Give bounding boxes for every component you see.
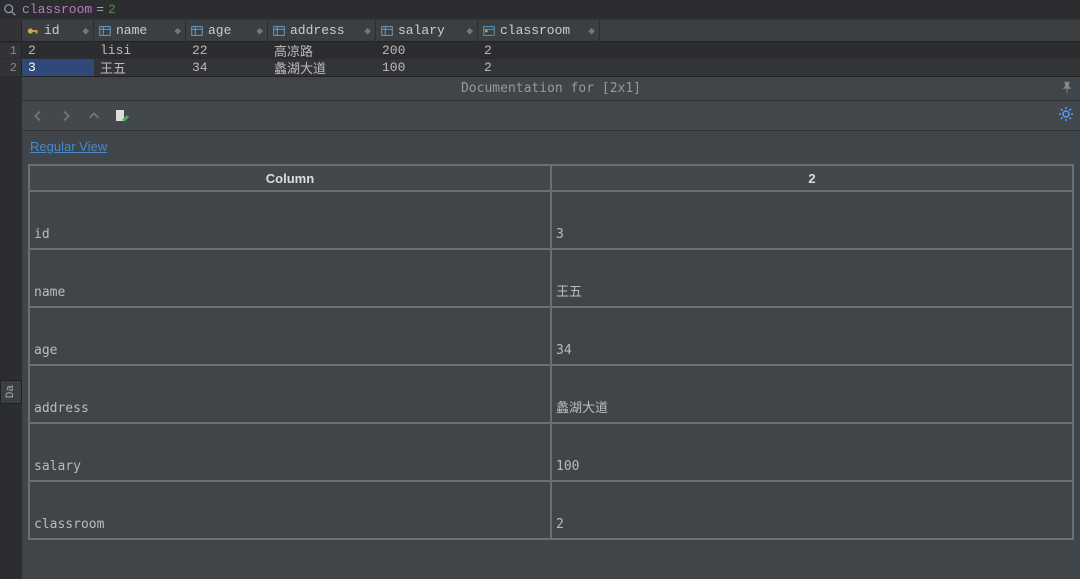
cell-address[interactable]: 蠡湖大道 bbox=[268, 59, 376, 76]
doc-col-val: 34 bbox=[551, 307, 1073, 365]
column-icon bbox=[272, 24, 286, 38]
column-icon bbox=[380, 24, 394, 38]
doc-col-val: 2 bbox=[551, 481, 1073, 539]
sort-handle-icon[interactable]: ◆ bbox=[174, 24, 181, 38]
column-label: name bbox=[116, 23, 147, 38]
documentation-body: Regular View Column 2 id 3 name 王五 bbox=[22, 131, 1080, 579]
gear-icon[interactable] bbox=[1058, 106, 1076, 124]
filter-column[interactable]: classroom bbox=[22, 2, 92, 17]
column-icon bbox=[190, 24, 204, 38]
filter-operator: = bbox=[96, 2, 104, 17]
column-header-name[interactable]: name ◆ bbox=[94, 20, 186, 41]
doc-row: address 蠡湖大道 bbox=[29, 365, 1073, 423]
column-label: id bbox=[44, 23, 60, 38]
key-icon bbox=[26, 24, 40, 38]
doc-col-val: 3 bbox=[551, 191, 1073, 249]
table-row[interactable]: 1 2 lisi 22 高凉路 200 2 bbox=[0, 42, 1080, 59]
doc-col-name: address bbox=[29, 365, 551, 423]
sort-handle-icon[interactable]: ◆ bbox=[82, 24, 89, 38]
forward-button[interactable] bbox=[56, 106, 76, 126]
cell-classroom[interactable]: 2 bbox=[478, 42, 600, 59]
column-label: address bbox=[290, 23, 345, 38]
table-header-row: id ◆ name ◆ age ◆ address ◆ salary ◆ cla bbox=[0, 20, 1080, 42]
doc-header-value: 2 bbox=[551, 165, 1073, 191]
cell-id[interactable]: 2 bbox=[22, 42, 94, 59]
doc-row: salary 100 bbox=[29, 423, 1073, 481]
doc-row: age 34 bbox=[29, 307, 1073, 365]
regular-view-link[interactable]: Regular View bbox=[30, 139, 107, 154]
sort-handle-icon[interactable]: ◆ bbox=[256, 24, 263, 38]
cell-name[interactable]: lisi bbox=[94, 42, 186, 59]
doc-col-name: classroom bbox=[29, 481, 551, 539]
column-label: classroom bbox=[500, 23, 570, 38]
doc-row: classroom 2 bbox=[29, 481, 1073, 539]
doc-header-column: Column bbox=[29, 165, 551, 191]
doc-row: id 3 bbox=[29, 191, 1073, 249]
filter-value[interactable]: 2 bbox=[108, 2, 116, 17]
column-label: age bbox=[208, 23, 231, 38]
foreign-key-icon bbox=[482, 24, 496, 38]
column-header-salary[interactable]: salary ◆ bbox=[376, 20, 478, 41]
documentation-toolbar bbox=[22, 101, 1080, 131]
up-button[interactable] bbox=[84, 106, 104, 126]
row-number[interactable]: 1 bbox=[0, 44, 22, 58]
doc-col-name: age bbox=[29, 307, 551, 365]
column-header-id[interactable]: id ◆ bbox=[22, 20, 94, 41]
doc-col-name: salary bbox=[29, 423, 551, 481]
cell-age[interactable]: 34 bbox=[186, 59, 268, 76]
sort-handle-icon[interactable]: ◆ bbox=[466, 24, 473, 38]
sort-handle-icon[interactable]: ◆ bbox=[588, 24, 595, 38]
back-button[interactable] bbox=[28, 106, 48, 126]
doc-col-name: name bbox=[29, 249, 551, 307]
documentation-table: Column 2 id 3 name 王五 age 34 addre bbox=[28, 164, 1074, 540]
doc-row: name 王五 bbox=[29, 249, 1073, 307]
side-tab-database[interactable]: Da bbox=[0, 380, 22, 404]
column-icon bbox=[98, 24, 112, 38]
cell-name[interactable]: 王五 bbox=[94, 59, 186, 76]
cell-salary[interactable]: 200 bbox=[376, 42, 478, 59]
documentation-title-bar: Documentation for [2x1] bbox=[22, 77, 1080, 101]
search-icon[interactable] bbox=[2, 2, 18, 18]
doc-col-val: 王五 bbox=[551, 249, 1073, 307]
sort-handle-icon[interactable]: ◆ bbox=[364, 24, 371, 38]
filter-bar: classroom = 2 bbox=[0, 0, 1080, 20]
cell-address[interactable]: 高凉路 bbox=[268, 42, 376, 59]
cell-age[interactable]: 22 bbox=[186, 42, 268, 59]
edit-button[interactable] bbox=[112, 106, 132, 126]
table-row[interactable]: 2 3 王五 34 蠡湖大道 100 2 bbox=[0, 59, 1080, 76]
doc-col-name: id bbox=[29, 191, 551, 249]
row-number[interactable]: 2 bbox=[0, 61, 22, 75]
cell-id[interactable]: 3 bbox=[22, 59, 94, 76]
cell-classroom[interactable]: 2 bbox=[478, 59, 600, 76]
column-header-address[interactable]: address ◆ bbox=[268, 20, 376, 41]
doc-col-val: 蠡湖大道 bbox=[551, 365, 1073, 423]
documentation-title: Documentation for [2x1] bbox=[461, 81, 641, 96]
cell-salary[interactable]: 100 bbox=[376, 59, 478, 76]
doc-col-val: 100 bbox=[551, 423, 1073, 481]
column-header-age[interactable]: age ◆ bbox=[186, 20, 268, 41]
column-header-classroom[interactable]: classroom ◆ bbox=[478, 20, 600, 41]
pin-icon[interactable] bbox=[1060, 80, 1076, 96]
documentation-panel: Documentation for [2x1] Regular View Col… bbox=[22, 76, 1080, 579]
gutter-header bbox=[0, 20, 22, 41]
column-label: salary bbox=[398, 23, 445, 38]
